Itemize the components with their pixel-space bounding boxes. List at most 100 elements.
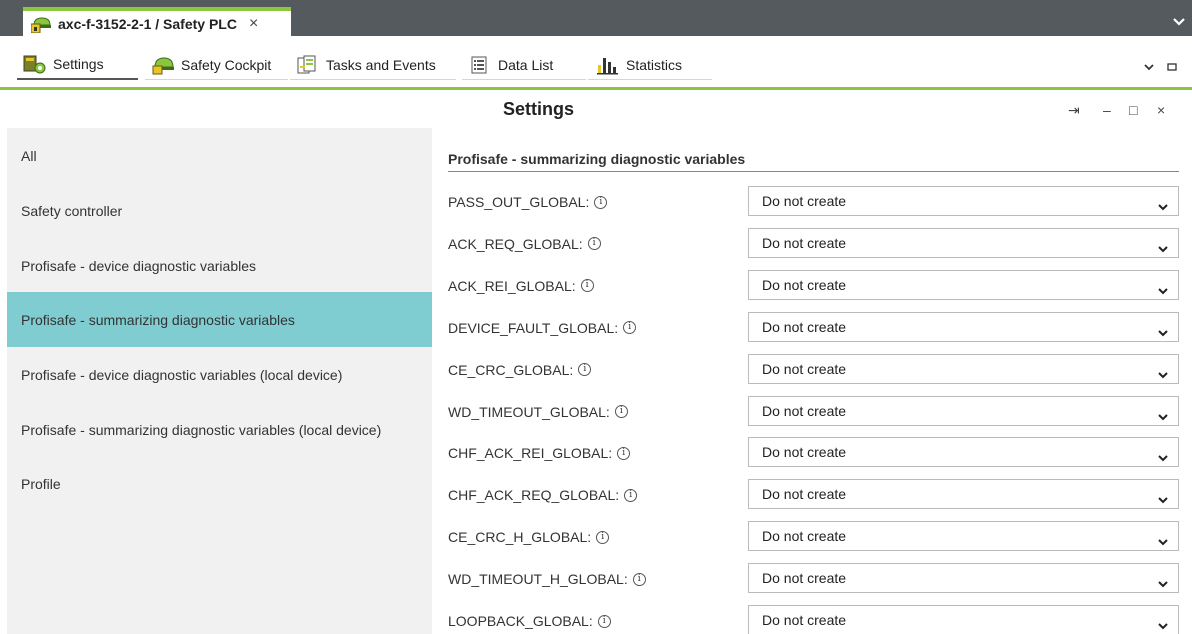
category-label: Profisafe - device diagnostic variables … <box>21 366 343 383</box>
info-icon[interactable]: i <box>580 279 594 293</box>
close-tab-icon[interactable]: × <box>249 15 258 33</box>
category-label: Profisafe - device diagnostic variables <box>21 257 257 274</box>
setting-label-text: CHF_ACK_REQ_GLOBAL: <box>448 487 620 504</box>
category-all[interactable]: All <box>7 128 432 183</box>
setting-dropdown[interactable]: Do not create <box>748 563 1179 594</box>
setting-label: PASS_OUT_GLOBAL: i <box>448 194 608 210</box>
statistics-icon <box>596 55 620 75</box>
setting-dropdown-value: Do not create <box>762 486 847 503</box>
setting-dropdown[interactable]: Do not create <box>748 521 1179 552</box>
info-icon[interactable]: i <box>596 530 610 544</box>
setting-row: ACK_REI_GLOBAL: i Do not create <box>448 269 1179 300</box>
setting-label-text: WD_TIMEOUT_H_GLOBAL: <box>448 571 628 588</box>
tab-safety-cockpit-label: Safety Cockpit <box>181 56 272 73</box>
toolbar-maximize-icon[interactable] <box>1165 60 1179 77</box>
document-tab-title: axc-f-3152-2-1 / Safety PLC <box>58 16 237 32</box>
setting-label-text: ACK_REI_GLOBAL: <box>448 277 576 294</box>
pin-icon[interactable]: ⇥ <box>1068 102 1080 119</box>
setting-dropdown[interactable]: Do not create <box>748 353 1179 384</box>
category-label: Safety controller <box>21 202 123 219</box>
setting-label-text: WD_TIMEOUT_GLOBAL: <box>448 403 610 420</box>
tab-tasks-and-events[interactable]: Tasks and Events <box>290 50 456 80</box>
document-tab-bar: axc-f-3152-2-1 / Safety PLC × <box>0 0 1192 37</box>
setting-row: LOOPBACK_GLOBAL: i Do not create <box>448 605 1179 634</box>
close-panel-icon[interactable]: × <box>1157 102 1165 118</box>
setting-label: CE_CRC_H_GLOBAL: i <box>448 529 610 546</box>
tab-statistics-label: Statistics <box>626 56 683 73</box>
info-icon[interactable]: i <box>578 363 592 377</box>
setting-label: WD_TIMEOUT_GLOBAL: i <box>448 404 628 420</box>
setting-label: DEVICE_FAULT_GLOBAL: i <box>448 319 637 336</box>
setting-dropdown[interactable]: Do not create <box>748 395 1179 426</box>
setting-dropdown[interactable]: Do not create <box>748 479 1179 510</box>
setting-dropdown[interactable]: Do not create <box>748 437 1179 468</box>
setting-dropdown-value: Do not create <box>762 444 847 461</box>
category-profisafe-summarizing-diagnostic-local[interactable]: Profisafe - summarizing diagnostic varia… <box>7 402 432 457</box>
info-icon[interactable]: i <box>614 405 628 418</box>
tab-settings[interactable]: Settings <box>17 50 138 80</box>
tab-tasks-and-events-label: Tasks and Events <box>326 56 436 73</box>
setting-dropdown[interactable]: Do not create <box>748 227 1179 258</box>
setting-label: ACK_REQ_GLOBAL: i <box>448 236 601 252</box>
category-profisafe-device-diagnostic[interactable]: Profisafe - device diagnostic variables <box>7 238 432 293</box>
info-icon[interactable]: i <box>617 446 631 460</box>
setting-label: LOOPBACK_GLOBAL: i <box>448 613 611 629</box>
minimize-icon[interactable]: – <box>1103 102 1111 118</box>
info-icon[interactable]: i <box>632 572 646 586</box>
setting-dropdown-value: Do not create <box>762 360 847 377</box>
document-tab[interactable]: axc-f-3152-2-1 / Safety PLC × <box>23 7 291 37</box>
settings-icon <box>23 54 47 74</box>
setting-label-text: DEVICE_FAULT_GLOBAL: <box>448 319 619 336</box>
chevron-down-icon <box>1156 405 1170 420</box>
setting-row: DEVICE_FAULT_GLOBAL: i Do not create <box>448 311 1179 342</box>
setting-row: CHF_ACK_REI_GLOBAL: i Do not create <box>448 437 1179 468</box>
setting-dropdown-value: Do not create <box>762 528 847 545</box>
info-icon[interactable]: i <box>594 195 608 209</box>
setting-label: CE_CRC_GLOBAL: i <box>448 362 592 378</box>
setting-label: WD_TIMEOUT_H_GLOBAL: i <box>448 571 646 587</box>
data-list-icon <box>468 55 492 75</box>
setting-row: WD_TIMEOUT_H_GLOBAL: i Do not create <box>448 563 1179 594</box>
category-profisafe-summarizing-diagnostic[interactable]: Profisafe - summarizing diagnostic varia… <box>7 292 432 347</box>
setting-dropdown[interactable]: Do not create <box>748 186 1179 216</box>
info-icon[interactable]: i <box>587 237 601 251</box>
setting-row: CHF_ACK_REQ_GLOBAL: i Do not create <box>448 479 1179 510</box>
panel-title: Settings <box>503 99 575 119</box>
setting-label: CHF_ACK_REQ_GLOBAL: i <box>448 487 638 504</box>
setting-dropdown-value: Do not create <box>762 402 847 419</box>
setting-dropdown[interactable]: Do not create <box>748 605 1179 634</box>
setting-row: CE_CRC_H_GLOBAL: i Do not create <box>448 521 1179 552</box>
tab-list-chevron-icon[interactable] <box>1170 12 1188 30</box>
category-profile[interactable]: Profile <box>7 456 432 511</box>
category-label: Profisafe - summarizing diagnostic varia… <box>21 311 295 328</box>
safety-plc-icon <box>30 15 53 34</box>
maximize-icon[interactable]: □ <box>1129 102 1137 118</box>
setting-dropdown-value: Do not create <box>762 193 847 209</box>
setting-label-text: LOOPBACK_GLOBAL: <box>448 613 593 629</box>
setting-dropdown-value: Do not create <box>762 570 847 587</box>
info-icon[interactable]: i <box>623 321 637 335</box>
tab-data-list-label: Data List <box>498 56 554 73</box>
chevron-down-icon <box>1156 614 1170 630</box>
setting-dropdown[interactable]: Do not create <box>748 269 1179 300</box>
category-safety-controller[interactable]: Safety controller <box>7 183 432 238</box>
setting-label-text: CE_CRC_H_GLOBAL: <box>448 529 592 546</box>
setting-row: PASS_OUT_GLOBAL: i Do not create <box>448 186 1179 216</box>
editor-toolbar: Settings Safety Cockpit Tasks and Events <box>0 37 1192 90</box>
toolbar-collapse-chevron-icon[interactable] <box>1142 60 1156 77</box>
chevron-down-icon <box>1156 279 1170 295</box>
chevron-down-icon <box>1156 363 1170 379</box>
tab-safety-cockpit[interactable]: Safety Cockpit <box>145 50 288 80</box>
setting-label: CHF_ACK_REI_GLOBAL: i <box>448 445 631 461</box>
info-icon[interactable]: i <box>624 488 638 502</box>
setting-dropdown-value: Do not create <box>762 234 847 251</box>
category-label: Profile <box>21 475 61 492</box>
tasks-icon <box>296 55 320 75</box>
setting-dropdown[interactable]: Do not create <box>748 311 1179 342</box>
tab-data-list[interactable]: Data List <box>462 50 586 80</box>
setting-dropdown-value: Do not create <box>762 318 847 335</box>
category-profisafe-device-diagnostic-local[interactable]: Profisafe - device diagnostic variables … <box>7 347 432 402</box>
info-icon[interactable]: i <box>597 614 611 628</box>
setting-dropdown-value: Do not create <box>762 276 847 293</box>
tab-statistics[interactable]: Statistics <box>588 50 712 80</box>
